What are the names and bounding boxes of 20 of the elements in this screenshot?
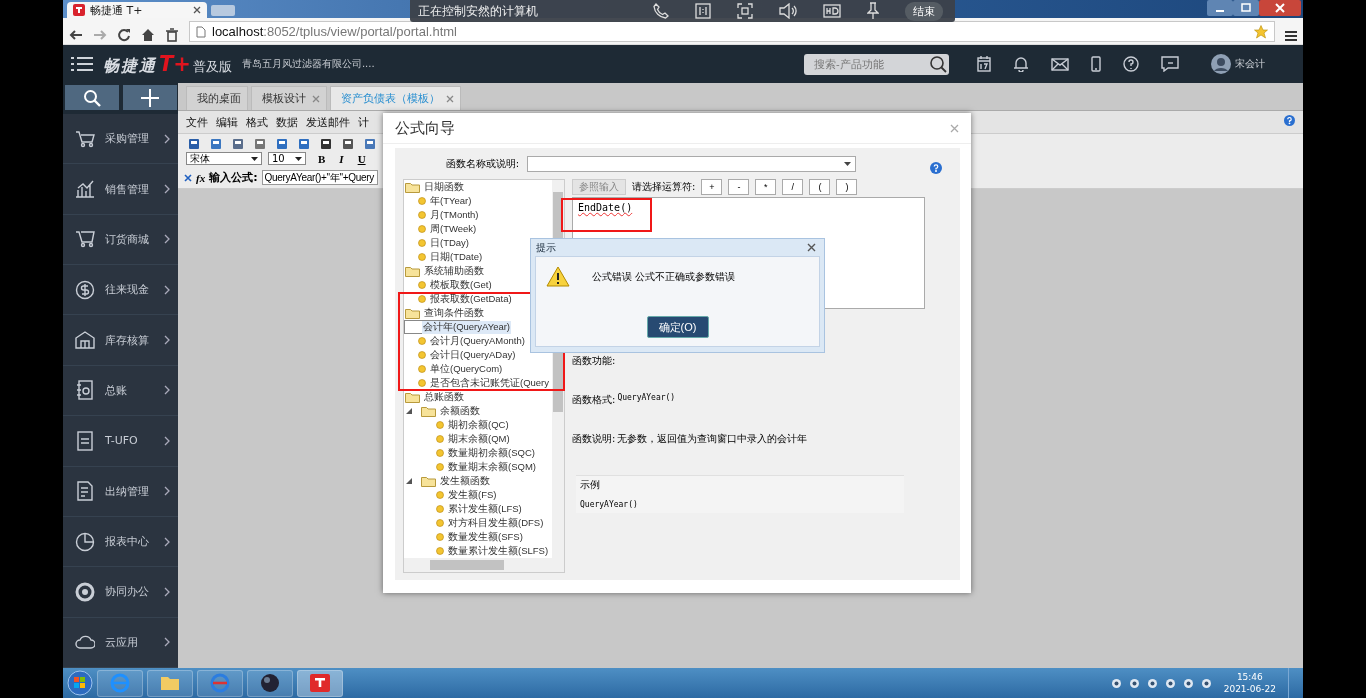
info-label: 函数说明: (572, 432, 616, 446)
dialog-title: 公式向导 (395, 118, 455, 138)
example-title: 示例 (580, 478, 601, 492)
brand-mark: T+ (159, 51, 191, 76)
url-text: localhost:8052/tplus/view/portal/portal.html (212, 25, 457, 38)
info-label: 函数功能: (572, 354, 616, 368)
remote-title: 正在控制安然的计算机 (418, 2, 538, 20)
info-value: 无参数，返回值为查询窗口中录入的会计年 (617, 432, 808, 446)
field-label: 函数名称或说明: (444, 157, 519, 171)
example-value: QueryAYear() (580, 499, 639, 509)
alert-message: 公式错误 公式不正确或参数错误 (592, 269, 736, 284)
formula-label: 输入公式: (209, 170, 258, 185)
brand-name: 畅捷通 (103, 55, 157, 77)
company-name: 青岛五月风过滤器有限公司.... (241, 57, 375, 71)
tab-title: 畅捷通 T+ (90, 2, 144, 18)
edition-label: 普及版 (192, 57, 232, 76)
operator-label: 请选择运算符: (632, 180, 696, 194)
info-value: QueryAYear() (617, 393, 676, 402)
info-label: 函数格式: (572, 393, 616, 407)
dialog-title: 提示 (536, 240, 556, 255)
